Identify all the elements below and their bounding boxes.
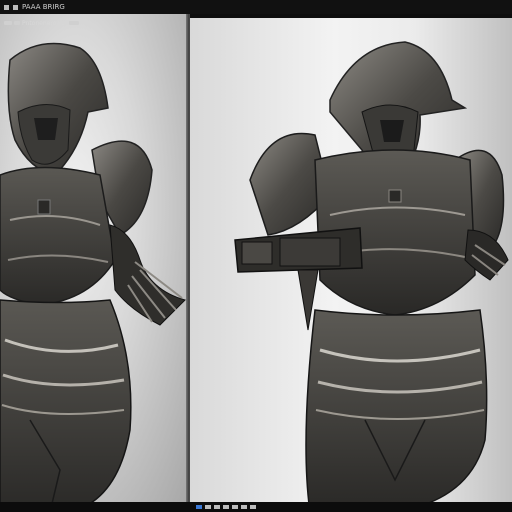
app-icon: [4, 4, 9, 10]
armor-render-right: [234, 41, 509, 512]
window-title: PAAA BRIRG: [22, 3, 65, 11]
tool-g-icon[interactable]: [250, 505, 256, 509]
tool-b-icon[interactable]: [205, 505, 211, 509]
tool-icon[interactable]: [14, 21, 20, 25]
tool-f-icon[interactable]: [241, 505, 247, 509]
tool-c-icon[interactable]: [214, 505, 220, 509]
viewport-toolbar: Pntoneneroalz-: [0, 14, 190, 32]
toolbar-label: Pntoneneroalz-: [22, 19, 67, 27]
status-bar: [0, 502, 512, 512]
tool-e-icon[interactable]: [232, 505, 238, 509]
tool-a-icon[interactable]: [196, 505, 202, 509]
application-window: PAAA BRIRG Pntoneneroalz-: [0, 0, 512, 512]
tool-icon[interactable]: [4, 21, 12, 25]
title-bar: PAAA BRIRG: [0, 0, 512, 14]
tool-d-icon[interactable]: [223, 505, 229, 509]
viewport-left[interactable]: [0, 0, 190, 512]
menu-icon[interactable]: [13, 4, 18, 10]
tool-icon[interactable]: [69, 21, 79, 25]
viewport-right[interactable]: [190, 0, 512, 512]
armor-render-left: [0, 42, 186, 512]
